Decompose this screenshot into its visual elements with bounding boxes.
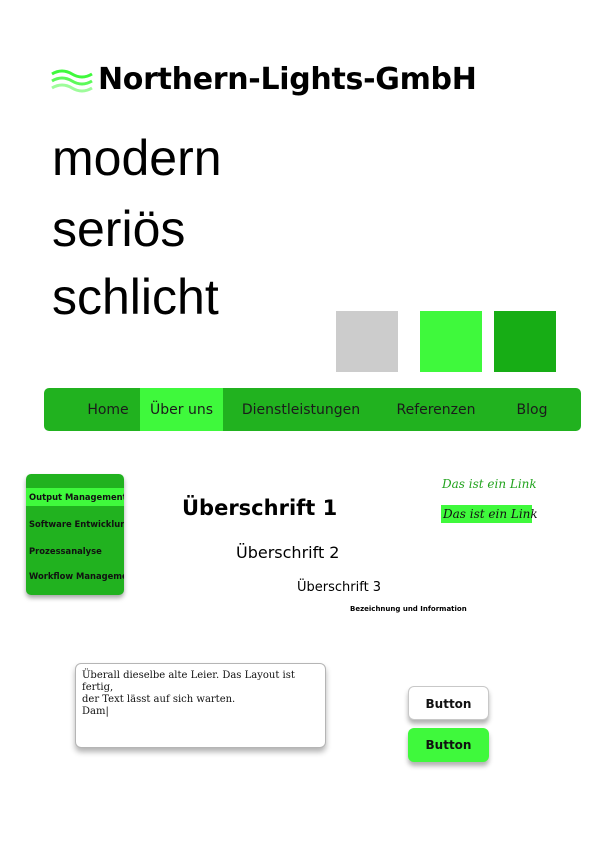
brand-name: Northern-Lights-GmbH	[98, 62, 477, 97]
nav-item-ueber-uns[interactable]: Über uns	[140, 388, 223, 431]
default-button[interactable]: Button	[408, 686, 489, 720]
tagline-word: modern	[52, 130, 222, 186]
color-swatch-light-green	[420, 311, 482, 372]
text-area[interactable]: Überall dieselbe alte Leier. Das Layout …	[75, 663, 326, 748]
active-button[interactable]: Button	[408, 728, 489, 762]
nav-item-referenzen[interactable]: Referenzen	[384, 388, 488, 431]
caption-text: Bezeichnung und Information	[350, 605, 467, 613]
heading-2: Überschrift 2	[236, 543, 340, 562]
color-swatch-gray	[336, 311, 398, 372]
nav-item-dienstleistungen[interactable]: Dienstleistungen	[230, 388, 372, 431]
side-item-workflow-management[interactable]: Workflow Management	[26, 567, 124, 585]
side-menu: Output Management Software Entwicklung P…	[26, 474, 124, 595]
nav-item-home[interactable]: Home	[74, 388, 142, 431]
tagline-word: seriös	[52, 201, 186, 257]
color-swatch-dark-green	[494, 311, 556, 372]
side-item-output-management[interactable]: Output Management	[26, 488, 124, 506]
main-navigation: Home Über uns Dienstleistungen Referenze…	[44, 388, 581, 431]
side-item-software-entwicklung[interactable]: Software Entwicklung	[26, 515, 124, 533]
waves-icon	[51, 69, 93, 93]
side-item-prozessanalyse[interactable]: Prozessanalyse	[26, 542, 124, 560]
link-normal[interactable]: Das ist ein Link	[442, 477, 537, 491]
heading-3: Überschrift 3	[297, 580, 382, 595]
link-hover[interactable]: Das ist ein Link	[441, 505, 538, 523]
nav-item-blog[interactable]: Blog	[504, 388, 560, 431]
tagline-word: schlicht	[52, 269, 219, 325]
heading-1: Überschrift 1	[182, 496, 338, 520]
